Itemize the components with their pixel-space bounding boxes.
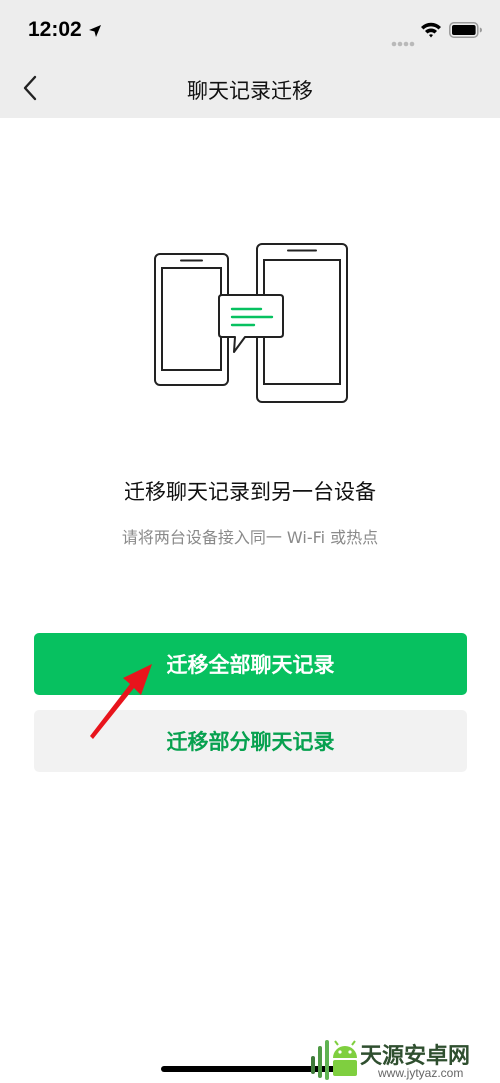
status-time: 12:02	[28, 18, 82, 41]
annotation-arrow-icon	[86, 660, 156, 746]
cellular-signal-icon	[391, 32, 415, 51]
subline: 请将两台设备接入同一 Wi-Fi 或热点	[121, 528, 379, 547]
watermark: 天源安卓网 www.jytyaz.com	[302, 1036, 500, 1083]
location-arrow-icon	[88, 23, 102, 42]
headline: 迁移聊天记录到另一台设备	[124, 480, 376, 504]
nav-bar: 聊天记录迁移	[0, 60, 500, 118]
battery-icon	[449, 22, 483, 42]
two-phones-chat-illustration	[150, 238, 356, 406]
watermark-url: www.jytyaz.com	[378, 1066, 464, 1080]
status-bar: 12:02	[0, 0, 500, 60]
screen: 12:02 聊天记录迁移 迁移聊天记录到另一台设备 请将两台设备接入同一 Wi-…	[0, 0, 500, 1083]
page-title: 聊天记录迁移	[187, 79, 313, 103]
android-logo-icon	[302, 1036, 358, 1083]
wifi-icon	[420, 21, 442, 42]
